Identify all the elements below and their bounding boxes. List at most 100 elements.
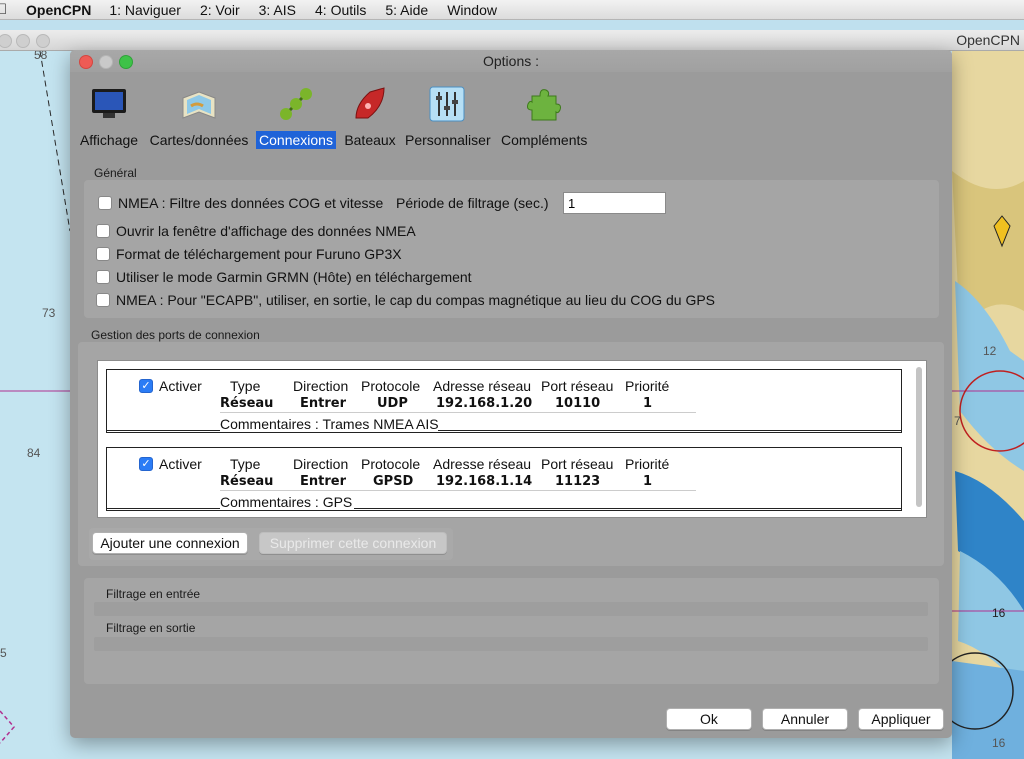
tab-connexions[interactable]: Connexions [256, 78, 336, 149]
type-header: Type [230, 456, 261, 472]
menu-window[interactable]: Window [447, 2, 497, 18]
port-header: Port réseau [541, 378, 614, 394]
depth-label: 7 [954, 414, 961, 428]
port-value: 11123 [555, 474, 601, 489]
priority-value: 1 [643, 396, 653, 411]
port-header: Port réseau [541, 456, 614, 472]
main-window-title: OpenCPN [956, 32, 1020, 48]
close-icon[interactable] [79, 55, 93, 69]
minimize-icon[interactable] [99, 55, 113, 69]
tab-label: Affichage [79, 132, 139, 148]
dialog-title: Options : [482, 53, 540, 69]
zoom-icon[interactable] [119, 55, 133, 69]
charts-icon [179, 84, 219, 124]
depth-label: 73 [42, 306, 56, 320]
menu-voir[interactable]: 2: Voir [200, 2, 240, 18]
connections-scrollbar[interactable] [916, 367, 922, 507]
address-header: Adresse réseau [433, 456, 532, 472]
furuno-option[interactable]: Format de téléchargement pour Furuno GP3… [96, 246, 402, 262]
menu-app-name[interactable]: OpenCPN [26, 2, 91, 18]
tab-label: Personnaliser [405, 132, 491, 148]
filter-period-label: Période de filtrage (sec.) [396, 195, 549, 211]
ecapb-option[interactable]: NMEA : Pour "ECAPB", utiliser, en sortie… [96, 292, 715, 308]
apply-button[interactable]: Appliquer [858, 708, 944, 730]
direction-header: Direction [293, 378, 349, 394]
menu-naviguer[interactable]: 1: Naviguer [109, 2, 181, 18]
priority-value: 1 [643, 474, 653, 489]
filter-period-input[interactable] [563, 192, 666, 214]
input-filter-label: Filtrage en entrée [106, 587, 201, 601]
connections-list[interactable]: ✓ Activer Type Direction Protocole Adres… [97, 360, 927, 518]
address-value: 192.168.1.14 [436, 474, 533, 489]
tab-label: Connexions [256, 131, 336, 149]
garmin-option[interactable]: Utiliser le mode Garmin GRMN (Hôte) en t… [96, 269, 472, 285]
furuno-checkbox[interactable] [96, 247, 110, 261]
menu-ais[interactable]: 3: AIS [259, 2, 296, 18]
filtering-panel [84, 578, 939, 684]
direction-value: Entrer [300, 474, 346, 489]
monitor-icon [89, 84, 129, 124]
comment-text: Commentaires : GPS [220, 494, 353, 510]
menu-outils[interactable]: 4: Outils [315, 2, 366, 18]
tab-label: Cartes/données [149, 132, 249, 148]
depth-label: 84 [27, 446, 41, 460]
type-header: Type [230, 378, 261, 394]
general-group-title: Général [94, 166, 137, 180]
garmin-checkbox[interactable] [96, 270, 110, 284]
comment-text: Commentaires : Trames NMEA AIS [220, 416, 439, 432]
depth-label: 16 [992, 736, 1006, 750]
boat-icon [350, 84, 390, 124]
depth-label: 16 [992, 606, 1006, 620]
menu-aide[interactable]: 5: Aide [385, 2, 428, 18]
tab-complements[interactable]: Compléments [498, 78, 590, 148]
activate-checkbox[interactable]: ✓ [139, 457, 153, 471]
nmea-window-checkbox[interactable] [96, 224, 110, 238]
depth-label: 58 [34, 51, 48, 62]
cog-filter-label: NMEA : Filtre des données COG et vitesse [118, 195, 384, 211]
output-filter-bar[interactable] [94, 637, 928, 651]
activate-checkbox[interactable]: ✓ [139, 379, 153, 393]
dialog-titlebar: Options : [70, 50, 952, 72]
cog-filter-checkbox[interactable] [98, 196, 112, 210]
cog-filter-option[interactable]: NMEA : Filtre des données COG et vitesse [98, 195, 383, 211]
tab-personnaliser[interactable]: Personnaliser [402, 78, 492, 148]
protocol-header: Protocole [361, 456, 421, 472]
main-window-titlebar: OpenCPN [0, 30, 1024, 51]
close-icon[interactable] [0, 34, 12, 48]
minimize-icon[interactable] [16, 34, 30, 48]
add-connection-button[interactable]: Ajouter une connexion [92, 532, 248, 554]
activate-option[interactable]: ✓ Activer [139, 456, 202, 472]
options-tabs: Affichage Cartes/données Connexions Bate… [70, 78, 952, 158]
activate-label: Activer [159, 456, 202, 472]
divider [354, 508, 901, 509]
divider [107, 508, 220, 509]
priority-header: Priorité [625, 456, 670, 472]
input-filter-bar[interactable] [94, 602, 928, 616]
cancel-button[interactable]: Annuler [762, 708, 848, 730]
tab-bateaux[interactable]: Bateaux [340, 78, 400, 148]
activate-option[interactable]: ✓ Activer [139, 378, 202, 394]
tab-label: Bateaux [344, 132, 396, 148]
zoom-icon[interactable] [36, 34, 50, 48]
port-value: 10110 [555, 396, 601, 411]
nmea-window-option[interactable]: Ouvrir la fenêtre d'affichage des donnée… [96, 223, 416, 239]
direction-header: Direction [293, 456, 349, 472]
options-dialog: Options : Affichage Cartes/données Conne… [70, 50, 952, 738]
tab-affichage[interactable]: Affichage [76, 78, 142, 148]
divider [220, 412, 696, 413]
apple-icon[interactable]:  [0, 1, 10, 18]
ok-button[interactable]: Ok [666, 708, 752, 730]
tab-cartes[interactable]: Cartes/données [146, 78, 252, 148]
connection-row[interactable]: ✓ Activer Type Direction Protocole Adres… [106, 447, 902, 511]
ecapb-checkbox[interactable] [96, 293, 110, 307]
protocol-value: UDP [377, 396, 408, 411]
address-header: Adresse réseau [433, 378, 532, 394]
activate-label: Activer [159, 378, 202, 394]
divider [107, 430, 220, 431]
connection-row[interactable]: ✓ Activer Type Direction Protocole Adres… [106, 369, 902, 433]
type-value: Réseau [220, 396, 274, 411]
remove-connection-button[interactable]: Supprimer cette connexion [259, 532, 447, 554]
priority-header: Priorité [625, 378, 670, 394]
address-value: 192.168.1.20 [436, 396, 533, 411]
ecapb-label: NMEA : Pour "ECAPB", utiliser, en sortie… [116, 292, 716, 308]
